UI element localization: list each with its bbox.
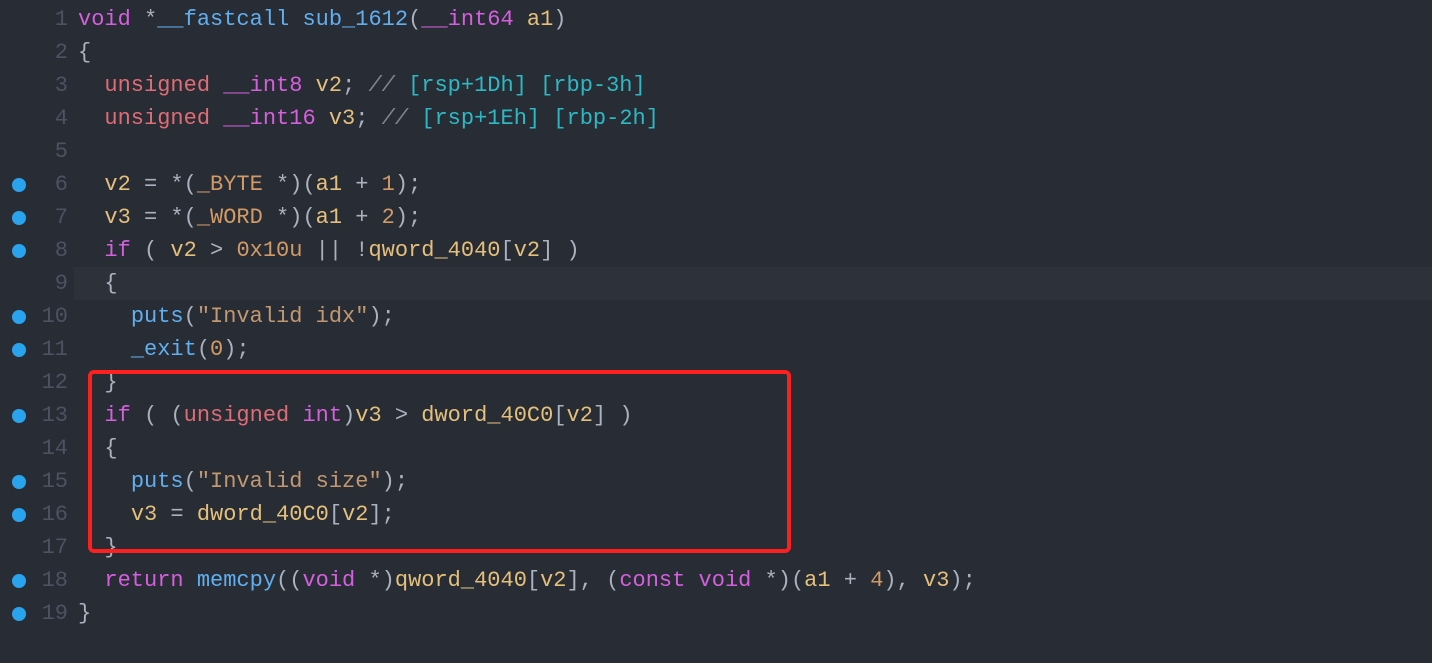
- code-line[interactable]: v2 = *(_BYTE *)(a1 + 1);: [74, 168, 1432, 201]
- line-number[interactable]: 6: [0, 168, 74, 201]
- token-var: a1: [316, 172, 342, 197]
- line-number[interactable]: 15: [0, 465, 74, 498]
- token-var: v3: [329, 106, 355, 131]
- line-number[interactable]: 5: [0, 135, 74, 168]
- token-var: qword_4040: [368, 238, 500, 263]
- token-var: v2: [567, 403, 593, 428]
- token-var: a1: [527, 7, 553, 32]
- line-number[interactable]: 16: [0, 498, 74, 531]
- line-number[interactable]: 9: [0, 267, 74, 300]
- code-line[interactable]: if ( v2 > 0x10u || !qword_4040[v2] ): [74, 234, 1432, 267]
- token-var: v3: [355, 403, 381, 428]
- line-number[interactable]: 3: [0, 69, 74, 102]
- code-line[interactable]: }: [74, 531, 1432, 564]
- code-line[interactable]: void *__fastcall sub_1612(__int64 a1): [74, 3, 1432, 36]
- token-num: 4: [870, 568, 883, 593]
- code-line[interactable]: unsigned __int16 v3; // [rsp+1Eh] [rbp-2…: [74, 102, 1432, 135]
- token-var: v2: [342, 502, 368, 527]
- line-number[interactable]: 12: [0, 366, 74, 399]
- code-line[interactable]: [74, 135, 1432, 168]
- breakpoint-icon[interactable]: [12, 178, 26, 192]
- line-number[interactable]: 8: [0, 234, 74, 267]
- code-line[interactable]: _exit(0);: [74, 333, 1432, 366]
- code-line[interactable]: {: [74, 267, 1432, 300]
- line-number[interactable]: 14: [0, 432, 74, 465]
- breakpoint-icon[interactable]: [12, 475, 26, 489]
- token-fn: __fastcall sub_1612: [157, 7, 408, 32]
- line-number[interactable]: 7: [0, 201, 74, 234]
- token-fn: memcpy: [197, 568, 276, 593]
- token-num: 0: [210, 337, 223, 362]
- breakpoint-icon[interactable]: [12, 574, 26, 588]
- token-var: v2: [104, 172, 130, 197]
- token-cmt: //: [382, 106, 408, 131]
- token-var: dword_40C0: [197, 502, 329, 527]
- token-var: v2: [316, 73, 342, 98]
- token-fn: _exit: [131, 337, 197, 362]
- token-cast: _BYTE: [197, 172, 263, 197]
- breakpoint-icon[interactable]: [12, 211, 26, 225]
- code-area[interactable]: void *__fastcall sub_1612(__int64 a1){ u…: [74, 0, 1432, 663]
- code-line[interactable]: puts("Invalid size");: [74, 465, 1432, 498]
- code-line[interactable]: {: [74, 432, 1432, 465]
- breakpoint-icon[interactable]: [12, 508, 26, 522]
- token-lit: "Invalid size": [197, 469, 382, 494]
- token-var: v3: [923, 568, 949, 593]
- token-fn: puts: [131, 304, 184, 329]
- token-num: 0x10u: [236, 238, 302, 263]
- code-editor: 12345678910111213141516171819 void *__fa…: [0, 0, 1432, 663]
- line-number[interactable]: 1: [0, 3, 74, 36]
- token-var: v3: [104, 205, 130, 230]
- breakpoint-icon[interactable]: [12, 409, 26, 423]
- token-fn: puts: [131, 469, 184, 494]
- token-cast: _WORD: [197, 205, 263, 230]
- token-var: dword_40C0: [421, 403, 553, 428]
- token-cmt2: [rsp+1Dh] [rbp-3h]: [395, 73, 646, 98]
- line-number[interactable]: 4: [0, 102, 74, 135]
- token-var: v2: [540, 568, 566, 593]
- token-cmt2: [rsp+1Eh] [rbp-2h]: [408, 106, 659, 131]
- code-line[interactable]: {: [74, 36, 1432, 69]
- gutter: 12345678910111213141516171819: [0, 0, 74, 663]
- code-line[interactable]: }: [74, 597, 1432, 630]
- line-number[interactable]: 19: [0, 597, 74, 630]
- line-number[interactable]: 2: [0, 36, 74, 69]
- code-line[interactable]: }: [74, 366, 1432, 399]
- token-lit: "Invalid idx": [197, 304, 369, 329]
- token-var: qword_4040: [395, 568, 527, 593]
- line-number[interactable]: 11: [0, 333, 74, 366]
- breakpoint-icon[interactable]: [12, 244, 26, 258]
- code-line[interactable]: unsigned __int8 v2; // [rsp+1Dh] [rbp-3h…: [74, 69, 1432, 102]
- token-num: 2: [382, 205, 395, 230]
- breakpoint-icon[interactable]: [12, 607, 26, 621]
- token-var: a1: [316, 205, 342, 230]
- line-number[interactable]: 13: [0, 399, 74, 432]
- code-line[interactable]: v3 = *(_WORD *)(a1 + 2);: [74, 201, 1432, 234]
- breakpoint-icon[interactable]: [12, 343, 26, 357]
- token-var: v3: [131, 502, 157, 527]
- token-var: a1: [804, 568, 830, 593]
- token-var: v2: [514, 238, 540, 263]
- code-line[interactable]: v3 = dword_40C0[v2];: [74, 498, 1432, 531]
- token-num: 1: [382, 172, 395, 197]
- token-var: v2: [170, 238, 196, 263]
- token-cmt: //: [368, 73, 394, 98]
- code-line[interactable]: puts("Invalid idx");: [74, 300, 1432, 333]
- line-number[interactable]: 17: [0, 531, 74, 564]
- line-number[interactable]: 18: [0, 564, 74, 597]
- code-line[interactable]: return memcpy((void *)qword_4040[v2], (c…: [74, 564, 1432, 597]
- code-line[interactable]: if ( (unsigned int)v3 > dword_40C0[v2] ): [74, 399, 1432, 432]
- line-number[interactable]: 10: [0, 300, 74, 333]
- breakpoint-icon[interactable]: [12, 310, 26, 324]
